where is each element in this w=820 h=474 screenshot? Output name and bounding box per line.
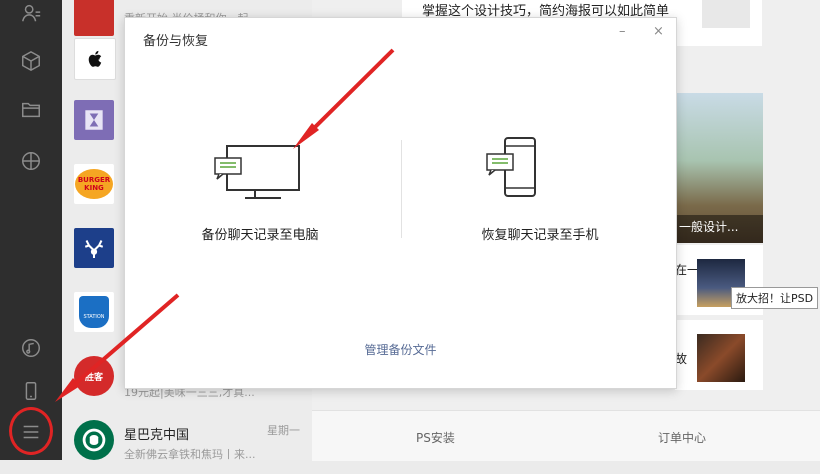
pizza-logo-text: 胜客 (84, 372, 103, 383)
apple-avatar (74, 38, 116, 80)
starbucks-avatar (74, 420, 114, 460)
phone-icon[interactable] (18, 378, 44, 404)
burger-king-avatar: BURGER KING (74, 164, 114, 204)
minimize-button[interactable]: – (619, 24, 626, 39)
article-card[interactable]: 故 (675, 320, 763, 390)
mini-program-icon[interactable] (18, 48, 44, 74)
moments-icon[interactable] (18, 148, 44, 174)
chat-item[interactable]: 星巴克中国 星期一 全新佛云拿铁和焦玛丨来... (62, 410, 312, 474)
dialog-title: 备份与恢复 (143, 34, 209, 49)
pizza-avatar: 胜客 (74, 356, 114, 396)
tooltip: 放大招！让PSD (731, 287, 819, 309)
monitor-chat-icon (165, 136, 355, 216)
manage-backup-link[interactable]: 管理备份文件 (125, 341, 676, 358)
bottom-bar: PS安装 订单中心 (312, 410, 820, 461)
phone-chat-icon (445, 136, 635, 216)
sidebar (0, 0, 62, 460)
folder-icon[interactable] (18, 97, 44, 123)
restore-to-phone-option[interactable]: 恢复聊天记录至手机 (445, 136, 635, 243)
station-logo-text: STATION (83, 314, 105, 320)
tab-orders[interactable]: 订单中心 (658, 429, 706, 446)
menu-highlight-circle (9, 407, 53, 455)
article-thumbnail (702, 0, 750, 28)
station-avatar: STATION (74, 292, 114, 332)
restore-option-label: 恢复聊天记录至手机 (481, 228, 599, 243)
close-button[interactable]: × (653, 24, 664, 39)
hourglass-avatar (74, 100, 114, 140)
feed-image[interactable]: 一般设计... (675, 93, 763, 243)
feed-image-caption: 一般设计... (679, 220, 739, 234)
article-snippet: 在一 (675, 263, 700, 277)
backup-restore-dialog: 备份与恢复 – × 备份聊天记录至电脑 恢复聊天记录至手机 管理备份文件 (124, 17, 677, 389)
deer-avatar (74, 228, 114, 268)
tab-ps-install[interactable]: PS安装 (416, 429, 455, 446)
music-icon[interactable] (18, 335, 44, 361)
contacts-icon[interactable] (18, 0, 44, 26)
backup-to-pc-option[interactable]: 备份聊天记录至电脑 (165, 136, 355, 243)
backup-option-label: 备份聊天记录至电脑 (201, 228, 319, 243)
option-divider (401, 140, 402, 238)
burger-king-logo-text: BURGER KING (77, 176, 111, 192)
chat-name: 星巴克中国 (124, 428, 190, 443)
chat-time: 星期一 (267, 424, 300, 437)
article-thumbnail (697, 334, 745, 382)
